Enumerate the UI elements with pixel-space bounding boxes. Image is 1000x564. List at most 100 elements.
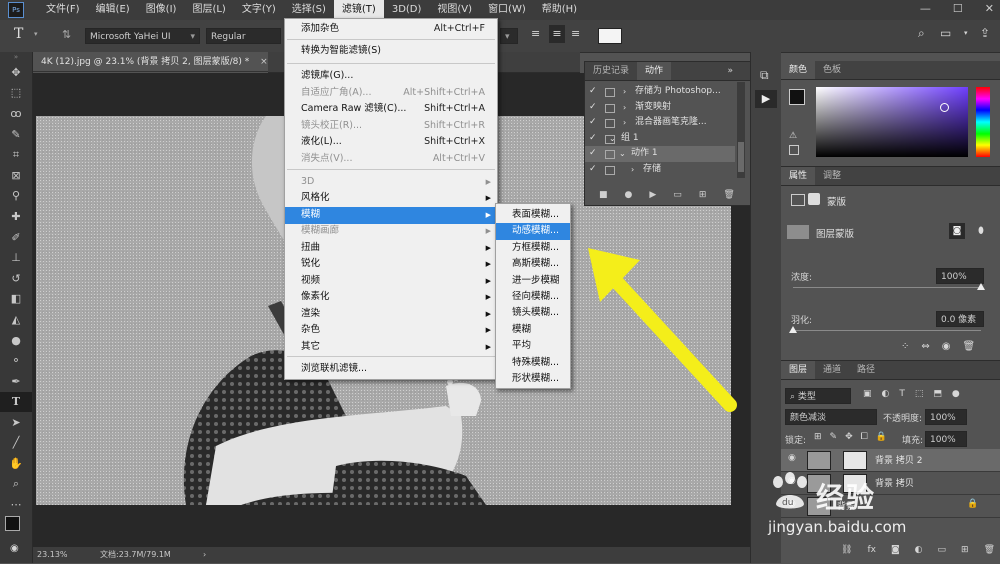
feather-input[interactable]: 0.0 像素: [936, 311, 984, 327]
anti-alias-select[interactable]: ▾: [500, 28, 518, 44]
menu-7[interactable]: 3D(D): [384, 0, 430, 20]
action-row[interactable]: ✓ › 混合器画笔克隆...: [585, 115, 735, 131]
check-icon[interactable]: ✓: [589, 100, 597, 116]
blur-menu-item[interactable]: 进一步模糊: [496, 273, 570, 290]
type-filter-icon[interactable]: T: [899, 389, 905, 399]
actions-scrollbar[interactable]: [737, 82, 745, 178]
color-field[interactable]: [816, 87, 968, 157]
feather-slider-thumb[interactable]: [789, 326, 797, 333]
disclosure-icon[interactable]: ⌄: [619, 146, 626, 162]
select-pixel-mask-icon[interactable]: ◙: [949, 223, 965, 239]
delete-mask-icon[interactable]: 🗑: [963, 341, 976, 352]
layer-mask-thumbnail[interactable]: [843, 451, 867, 470]
history-brush-icon[interactable]: ↺: [0, 268, 32, 289]
filter-menu-item[interactable]: 风格化 ▶: [285, 190, 497, 207]
tab-color[interactable]: 颜色: [781, 61, 816, 79]
image-filter-icon[interactable]: ▣: [863, 389, 872, 399]
disclosure-icon[interactable]: ›: [623, 84, 626, 100]
filter-menu-item[interactable]: 锐化 ▶: [285, 256, 497, 273]
filter-menu-item[interactable]: 浏览联机滤镜...: [285, 361, 497, 378]
quick-select-icon[interactable]: ✎: [0, 124, 32, 145]
smart-filter-icon[interactable]: ⬒: [933, 389, 942, 399]
filter-menu-item[interactable]: 液化(L)... Shift+Ctrl+X: [285, 134, 497, 151]
close-icon[interactable]: ✕: [985, 2, 994, 15]
layer-kind-filter[interactable]: ⌕ 类型: [785, 388, 851, 404]
delete-layer-icon[interactable]: 🗑: [984, 545, 995, 555]
blur-menu-item[interactable]: 表面模糊...: [496, 207, 570, 224]
opacity-input[interactable]: 100%: [925, 409, 967, 425]
brush-tool-icon[interactable]: ✐: [0, 227, 32, 248]
blur-menu-item[interactable]: 径向模糊...: [496, 289, 570, 306]
hue-slider[interactable]: [976, 87, 990, 157]
fg-swatch[interactable]: [789, 89, 805, 105]
lasso-tool-icon[interactable]: ꝏ: [0, 103, 32, 124]
history-panel-icon[interactable]: ⧉: [760, 68, 769, 83]
dialog-toggle-icon[interactable]: [605, 165, 615, 175]
record-icon[interactable]: ●: [625, 190, 633, 200]
collapse-icon[interactable]: »: [0, 52, 32, 62]
tab-layers[interactable]: 图层: [781, 361, 816, 379]
status-more-icon[interactable]: ›: [203, 547, 206, 563]
menu-5[interactable]: 选择(S): [284, 0, 334, 20]
document-tab[interactable]: 4K (12).jpg @ 23.1% (背景 拷贝 2, 图层蒙版/8) * …: [33, 52, 268, 72]
tab-adjustments[interactable]: 调整: [815, 167, 849, 185]
adjustment-filter-icon[interactable]: ◐: [882, 389, 890, 399]
dialog-toggle-icon[interactable]: [605, 103, 615, 113]
align-left-icon[interactable]: ≡: [531, 27, 540, 40]
new-group-icon[interactable]: ▭: [938, 545, 947, 555]
adjustment-layer-icon[interactable]: ◐: [915, 545, 923, 555]
stop-icon[interactable]: ■: [599, 190, 608, 200]
scroll-thumb[interactable]: [738, 142, 744, 172]
menu-10[interactable]: 帮助(H): [534, 0, 585, 20]
quick-mask-icon[interactable]: ◉: [10, 543, 19, 554]
blur-tool-icon[interactable]: ●: [0, 330, 32, 351]
apply-mask-icon[interactable]: ⇔: [921, 341, 929, 352]
font-family-select[interactable]: Microsoft YaHei UI ▾: [85, 28, 200, 44]
check-icon[interactable]: ✓: [589, 162, 597, 178]
search-icon[interactable]: ⌕: [918, 26, 925, 41]
text-color-swatch[interactable]: [598, 28, 622, 44]
chevron-down-icon[interactable]: ▾: [964, 29, 968, 37]
text-orientation-icon[interactable]: ⇅: [62, 28, 71, 41]
filter-menu-item[interactable]: 杂色 ▶: [285, 322, 497, 339]
action-row[interactable]: ✓ › 存储: [585, 162, 735, 178]
menu-2[interactable]: 图像(I): [138, 0, 185, 20]
filter-menu-item[interactable]: 模糊 ▶: [285, 207, 497, 224]
link-layers-icon[interactable]: ⛓: [841, 545, 852, 555]
tab-paths[interactable]: 路径: [849, 361, 883, 379]
action-row[interactable]: ✓ ⌄ 动作 1: [585, 146, 735, 162]
density-input[interactable]: 100%: [936, 268, 984, 284]
blur-menu-item[interactable]: 方框模糊...: [496, 240, 570, 257]
lock-position-icon[interactable]: ✥: [845, 432, 853, 442]
blur-menu-item[interactable]: 镜头模糊...: [496, 305, 570, 322]
eraser-icon[interactable]: ◧: [0, 289, 32, 310]
filter-menu-item[interactable]: 添加杂色 Alt+Ctrl+F: [285, 21, 497, 38]
action-row[interactable]: ✓ › 存储为 Photoshop...: [585, 84, 735, 100]
fill-input[interactable]: 100%: [925, 431, 967, 447]
workspace-icon[interactable]: ▭: [940, 26, 951, 40]
shape-filter-icon[interactable]: ⬚: [915, 389, 924, 399]
blur-menu-item[interactable]: 特殊模糊...: [496, 355, 570, 372]
move-tool-icon[interactable]: ✥: [0, 62, 32, 83]
filter-menu-item[interactable]: 转换为智能滤镜(S): [285, 43, 497, 60]
align-center-icon[interactable]: ≡: [549, 25, 565, 43]
tool-preset-chevron-icon[interactable]: ▾: [34, 30, 38, 38]
zoom-tool-icon[interactable]: ⌕: [0, 474, 32, 495]
feather-track[interactable]: [793, 330, 981, 331]
dialog-toggle-icon[interactable]: [605, 119, 615, 128]
share-icon[interactable]: ⇪: [980, 26, 990, 40]
filter-menu-item[interactable]: 滤镜库(G)...: [285, 68, 497, 85]
minimize-icon[interactable]: —: [920, 2, 931, 15]
font-style-select[interactable]: Regular: [206, 28, 281, 44]
filter-toggle-icon[interactable]: ●: [952, 389, 960, 399]
new-set-icon[interactable]: ▭: [673, 190, 682, 200]
new-layer-icon[interactable]: ⊞: [961, 545, 969, 555]
action-row[interactable]: ✓ › 渐变映射: [585, 100, 735, 116]
action-row[interactable]: ✓ ⌄ 组 1: [585, 131, 735, 147]
density-slider-thumb[interactable]: [977, 283, 985, 290]
menu-6[interactable]: 滤镜(T): [333, 0, 384, 20]
menu-4[interactable]: 文字(Y): [234, 0, 284, 20]
select-vector-mask-icon[interactable]: ⬮: [973, 223, 989, 239]
pen-tool-icon[interactable]: ✒: [0, 371, 32, 392]
actions-panel-icon[interactable]: ▶: [755, 90, 777, 108]
